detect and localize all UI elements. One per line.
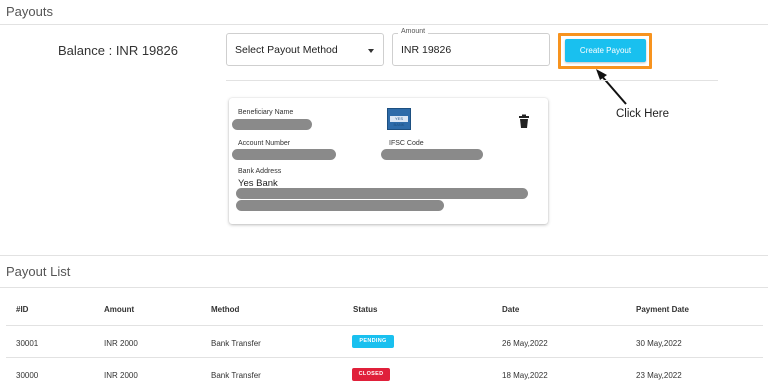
column-header: Date: [502, 305, 520, 314]
column-header: #ID: [16, 305, 29, 314]
cell-date: 26 May,2022: [502, 339, 548, 348]
divider: [6, 325, 763, 326]
divider: [6, 357, 763, 358]
status-badge: CLOSED: [352, 368, 390, 381]
beneficiary-name-redacted: [232, 119, 312, 130]
cell-method: Bank Transfer: [211, 371, 261, 380]
cell-payment-date: 23 May,2022: [636, 371, 682, 380]
amount-value: INR 19826: [401, 44, 452, 56]
column-header: Status: [353, 305, 378, 314]
bank-logo-text: YES BANK: [390, 116, 408, 127]
cell-method: Bank Transfer: [211, 339, 261, 348]
amount-legend: Amount: [398, 28, 429, 35]
caret-down-icon: [368, 49, 374, 53]
divider: [0, 24, 768, 25]
payouts-title: Payouts: [6, 4, 53, 19]
payout-method-value: Select Payout Method: [235, 44, 338, 56]
create-payout-button[interactable]: Create Payout: [565, 39, 646, 62]
account-number-redacted: [232, 149, 336, 160]
column-header: Payment Date: [636, 305, 689, 314]
cell-amount: INR 2000: [104, 371, 138, 380]
bank-logo-icon: YES BANK: [387, 108, 411, 130]
beneficiary-card: Beneficiary Name YES BANK Account Number…: [229, 98, 548, 224]
cell-id: 30001: [16, 339, 39, 348]
payout-method-select[interactable]: Select Payout Method: [226, 33, 384, 66]
beneficiary-name-label: Beneficiary Name: [238, 109, 294, 116]
divider: [0, 287, 768, 288]
click-here-annotation: Click Here: [616, 108, 670, 120]
amount-field[interactable]: Amount INR 19826: [392, 28, 550, 66]
divider: [226, 80, 718, 81]
trash-icon[interactable]: [517, 114, 531, 130]
account-number-label: Account Number: [238, 140, 291, 147]
cell-payment-date: 30 May,2022: [636, 339, 682, 348]
cell-date: 18 May,2022: [502, 371, 548, 380]
ifsc-label: IFSC Code: [389, 140, 424, 147]
ifsc-redacted: [381, 149, 483, 160]
cell-amount: INR 2000: [104, 339, 138, 348]
divider: [0, 255, 768, 256]
bank-address-label: Bank Address: [238, 168, 282, 175]
status-badge: PENDING: [352, 335, 394, 348]
bank-address-redacted: [236, 188, 528, 199]
cell-id: 30000: [16, 371, 39, 380]
balance-text: Balance : INR 19826: [58, 43, 178, 58]
payout-list-title: Payout List: [6, 264, 71, 279]
column-header: Amount: [104, 305, 135, 314]
column-header: Method: [211, 305, 240, 314]
arrow-annotation-icon: [596, 69, 627, 105]
bank-address-redacted: [236, 200, 444, 211]
